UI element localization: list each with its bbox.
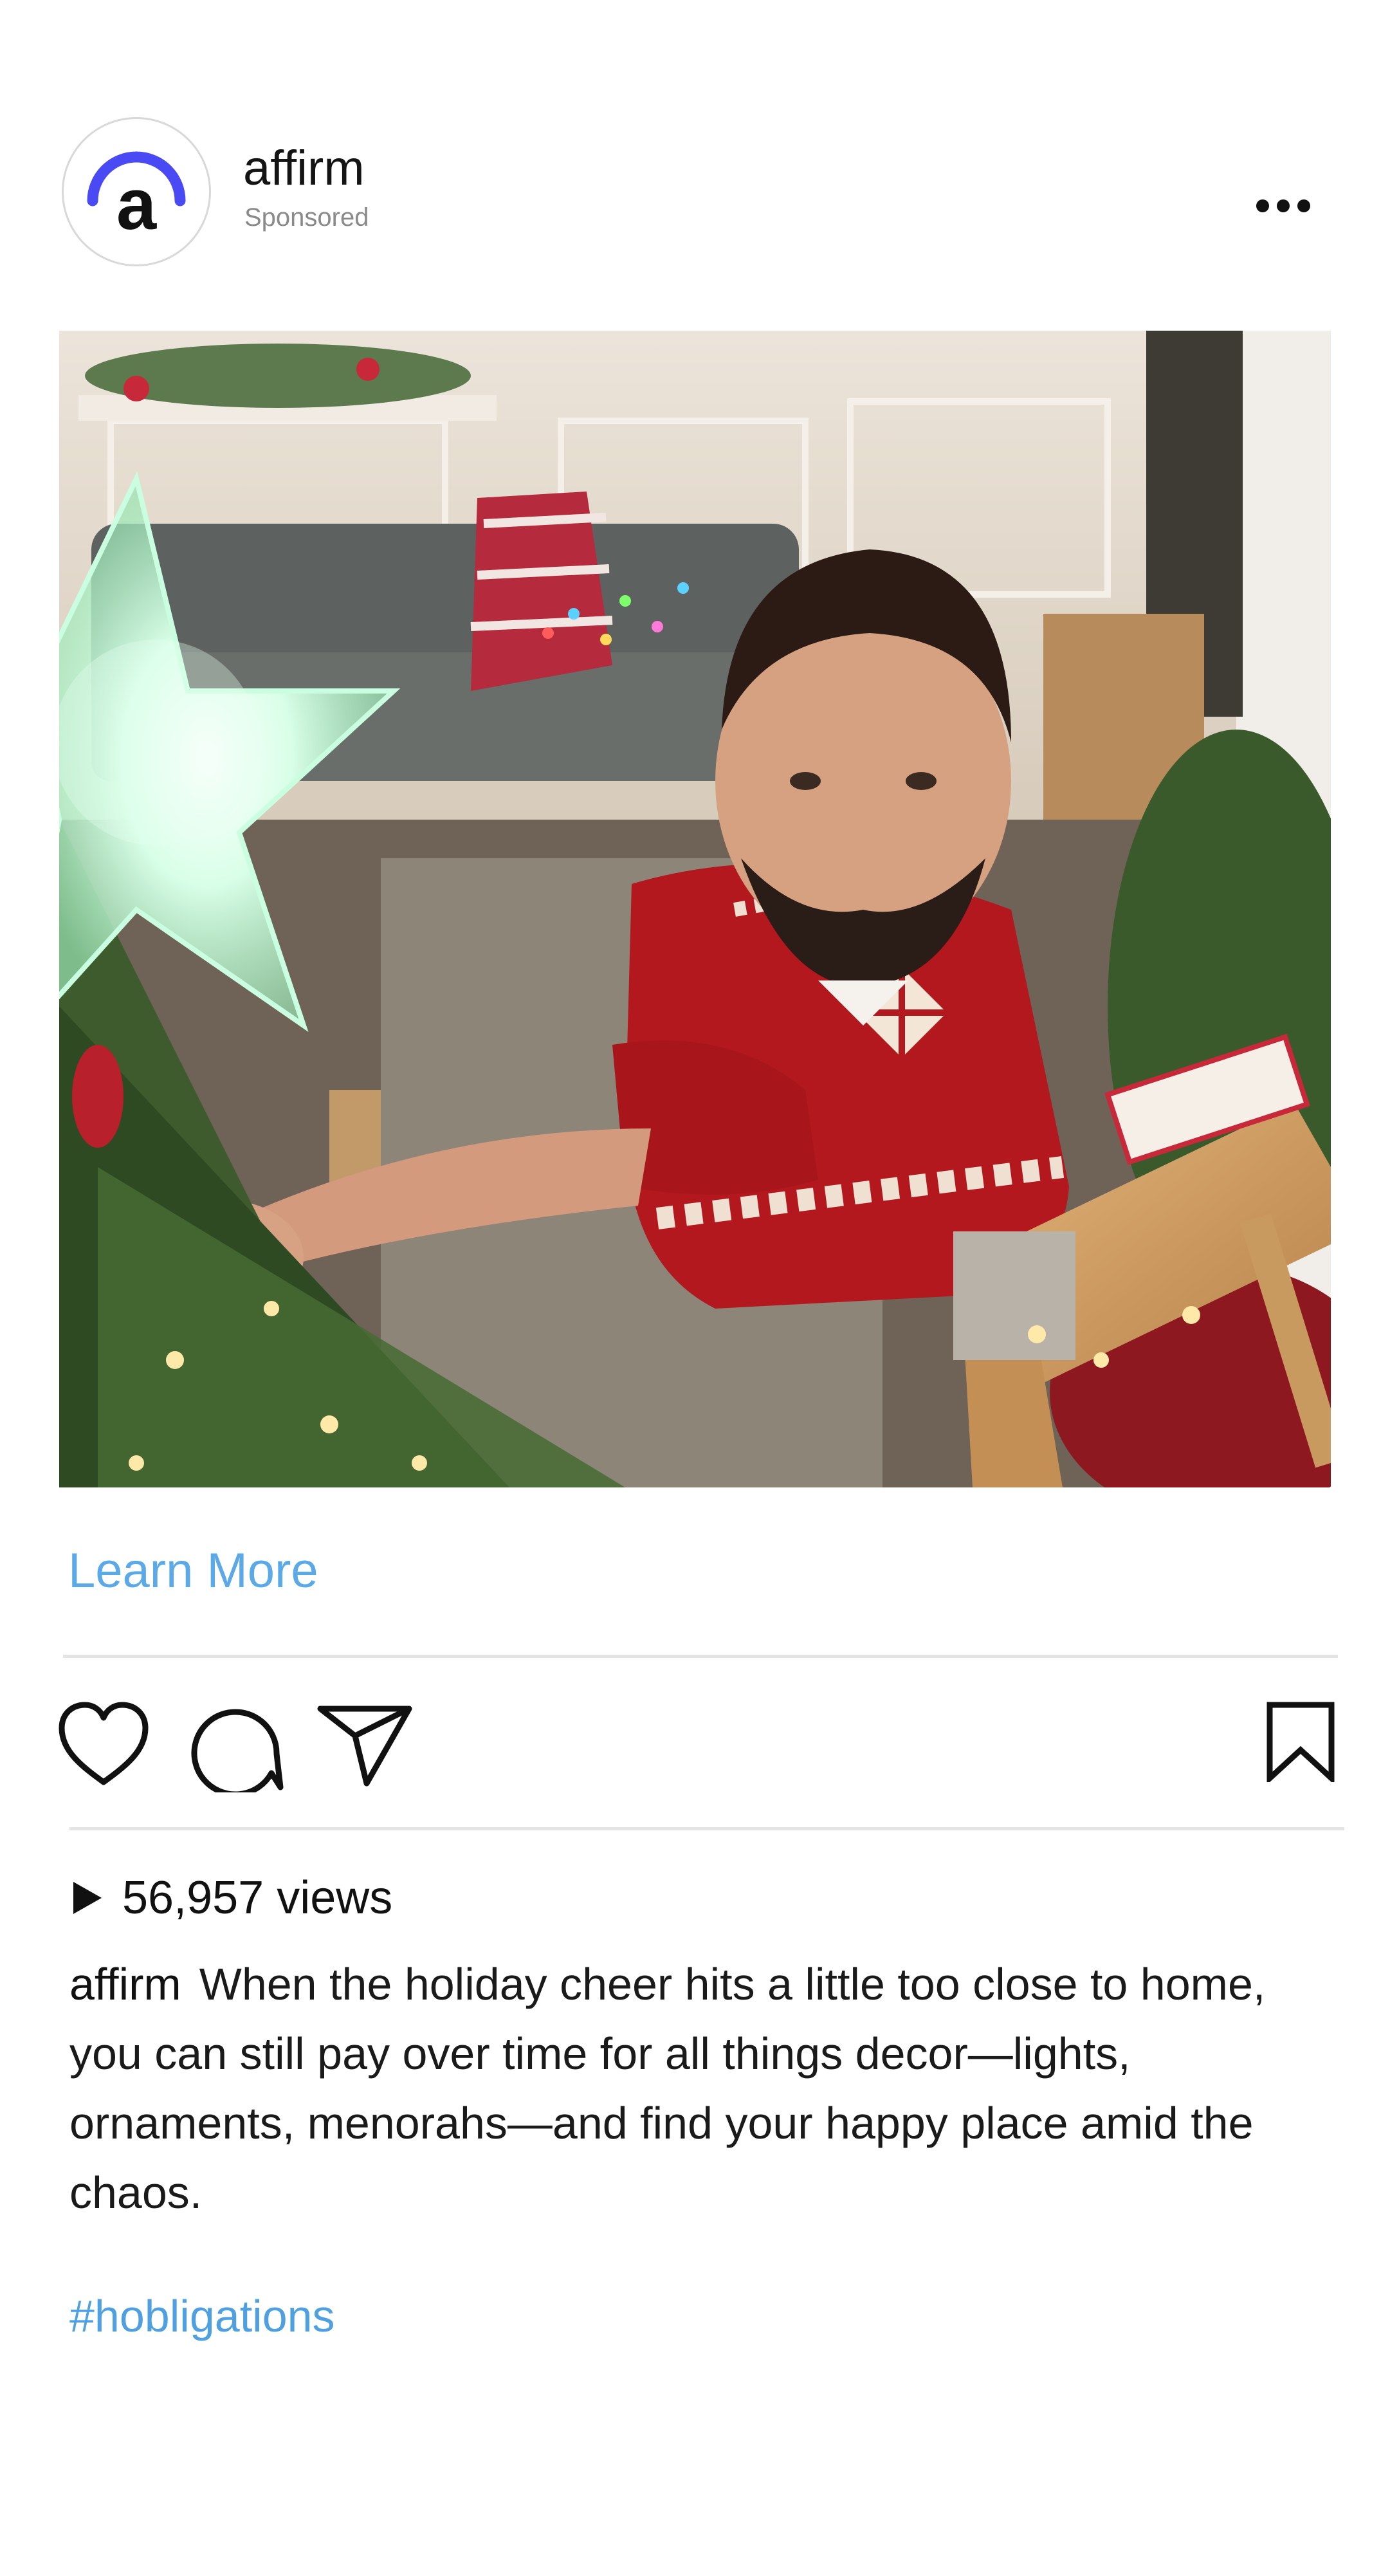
affirm-logo-icon: a — [87, 151, 186, 244]
holiday-scene-illustration — [59, 331, 1331, 1487]
avatar-letter: a — [116, 164, 157, 244]
post-image[interactable] — [59, 331, 1331, 1487]
sponsored-label: Sponsored — [244, 203, 369, 232]
view-count: 56,957 views — [71, 1867, 392, 1929]
heart-icon — [59, 1702, 149, 1785]
divider — [69, 1827, 1344, 1830]
views-label: 56,957 views — [122, 1872, 393, 1924]
hashtag-link[interactable]: #hobligations — [69, 2290, 335, 2342]
share-button[interactable] — [316, 1704, 413, 1787]
learn-more-link[interactable]: Learn More — [68, 1543, 318, 1599]
play-icon — [71, 1879, 104, 1917]
caption-text: When the holiday cheer hits a little too… — [69, 1959, 1266, 2218]
share-icon — [317, 1706, 412, 1787]
post-caption: affirm When the holiday cheer hits a litt… — [69, 1949, 1317, 2227]
more-options-icon — [1256, 199, 1310, 212]
like-button[interactable] — [57, 1700, 151, 1787]
save-button[interactable] — [1265, 1701, 1337, 1782]
comment-button[interactable] — [187, 1697, 284, 1792]
instagram-sponsored-post: a affirm Sponsored Learn More 56,957 vie… — [0, 0, 1390, 2576]
bookmark-icon — [1267, 1702, 1335, 1782]
account-name[interactable]: affirm — [243, 140, 365, 196]
divider — [63, 1655, 1338, 1658]
caption-username[interactable]: affirm — [69, 1959, 181, 2009]
comment-icon — [191, 1709, 284, 1792]
more-options-button[interactable] — [1248, 187, 1319, 225]
avatar[interactable]: a — [62, 117, 211, 266]
post-header: a affirm Sponsored — [0, 0, 1390, 322]
